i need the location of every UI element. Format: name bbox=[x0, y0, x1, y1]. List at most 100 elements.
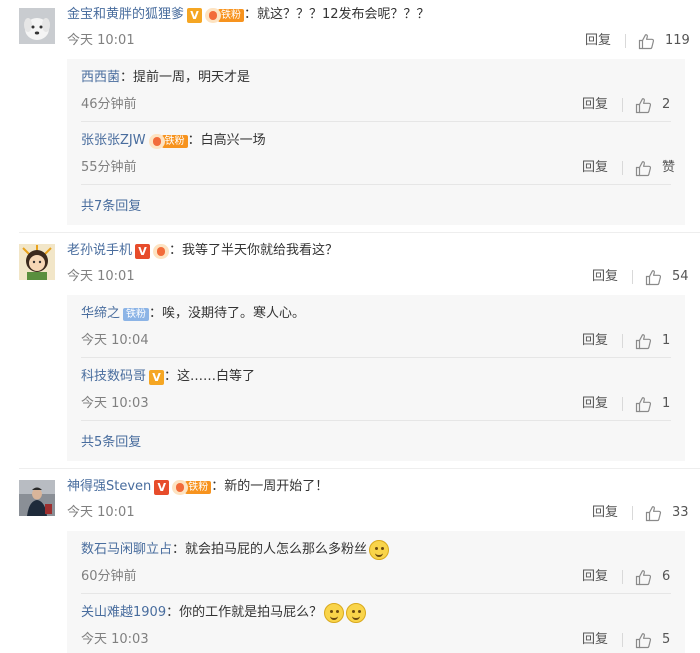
reply-button[interactable]: 回复 bbox=[592, 268, 618, 286]
smiley-emoji-icon bbox=[324, 603, 345, 623]
username-link[interactable]: 张张张ZJW bbox=[81, 131, 146, 151]
like-count: 1 bbox=[662, 333, 671, 348]
avatar[interactable] bbox=[19, 8, 55, 44]
reply-list: 西西菌 ：提前一周，明天才是 46分钟前 回复 2 张张张ZJW 铁粉 ：白高兴… bbox=[67, 59, 685, 225]
like-count: 赞 bbox=[662, 160, 676, 175]
divider bbox=[81, 593, 671, 594]
more-replies-link[interactable]: 共7条回复 bbox=[81, 198, 141, 216]
comment-time: 今天 10:01 bbox=[67, 505, 135, 520]
comment-line: 神得强Steven 铁粉 ：新的一周开始了！ bbox=[67, 477, 328, 497]
comment-item: 金宝和黄胖的狐狸爹 铁粉 ：就这？？？12发布会呢？？？ 今天 10:01 回复… bbox=[0, 0, 700, 230]
divider bbox=[632, 270, 633, 284]
like-count: 5 bbox=[662, 632, 671, 647]
reply-text: ：提前一周，明天才是 bbox=[120, 70, 251, 85]
username-link[interactable]: 老孙说手机 bbox=[67, 241, 132, 261]
more-replies-link[interactable]: 共5条回复 bbox=[81, 434, 141, 452]
divider bbox=[632, 506, 633, 520]
thumbs-up-icon bbox=[645, 505, 662, 522]
like-button[interactable]: 119 bbox=[638, 31, 690, 51]
verified-v-icon bbox=[187, 7, 203, 23]
like-button[interactable]: 2 bbox=[635, 95, 670, 115]
comment-item: 老孙说手机 ：我等了半天你就给我看这？ 今天 10:01 回复 54 华缔之 铁… bbox=[0, 236, 700, 466]
like-button[interactable]: 6 bbox=[635, 567, 670, 587]
reply-time: 今天 10:03 bbox=[81, 396, 149, 411]
like-button[interactable]: 赞 bbox=[635, 158, 675, 178]
divider bbox=[622, 633, 623, 647]
reply-time: 今天 10:03 bbox=[81, 632, 149, 647]
comment-time: 今天 10:01 bbox=[67, 33, 135, 48]
divider bbox=[81, 357, 671, 358]
smiley-emoji-icon bbox=[369, 540, 390, 560]
comment-item: 神得强Steven 铁粉 ：新的一周开始了！ 今天 10:01 回复 33 数石… bbox=[0, 472, 700, 653]
like-button[interactable]: 33 bbox=[645, 503, 689, 523]
like-button[interactable]: 1 bbox=[635, 394, 670, 414]
divider bbox=[622, 397, 623, 411]
comment-text: ：我等了半天你就给我看这？ bbox=[169, 243, 339, 258]
like-count: 33 bbox=[672, 505, 689, 520]
fan-badge-icon: 铁粉 bbox=[123, 307, 150, 322]
reply-text: ：唉，没期待了。寒人心。 bbox=[149, 306, 306, 321]
thumbs-up-icon bbox=[635, 97, 652, 114]
reply-line: 数石马闲聊立占 ：就会拍马屁的人怎么那么多粉丝 bbox=[81, 540, 390, 560]
thumbs-up-icon bbox=[645, 269, 662, 286]
reply-time: 55分钟前 bbox=[81, 160, 137, 175]
reply-button[interactable]: 回复 bbox=[592, 504, 618, 522]
like-count: 54 bbox=[672, 269, 689, 284]
divider bbox=[19, 232, 700, 233]
comment-text: ：新的一周开始了！ bbox=[211, 479, 329, 494]
divider bbox=[19, 468, 700, 469]
thumbs-up-icon bbox=[638, 33, 655, 50]
thumbs-up-icon bbox=[635, 632, 652, 649]
thumbs-up-icon bbox=[635, 569, 652, 586]
thumbs-up-icon bbox=[635, 396, 652, 413]
username-link[interactable]: 金宝和黄胖的狐狸爹 bbox=[67, 5, 184, 25]
username-link[interactable]: 神得强Steven bbox=[67, 477, 151, 497]
reply-button[interactable]: 回复 bbox=[582, 395, 608, 413]
fan-badge-icon bbox=[153, 243, 170, 259]
reply-button[interactable]: 回复 bbox=[582, 332, 608, 350]
divider bbox=[625, 34, 626, 48]
reply-button[interactable]: 回复 bbox=[582, 96, 608, 114]
fan-badge-icon: 铁粉 bbox=[172, 479, 212, 495]
divider bbox=[81, 121, 671, 122]
reply-line: 张张张ZJW 铁粉 ：白高兴一场 bbox=[81, 131, 266, 151]
reply-button[interactable]: 回复 bbox=[582, 568, 608, 586]
thumbs-up-icon bbox=[635, 160, 652, 177]
username-link[interactable]: 关山难越1909 bbox=[81, 603, 166, 623]
avatar[interactable] bbox=[19, 244, 55, 280]
reply-text: ：白高兴一场 bbox=[187, 133, 266, 148]
like-count: 6 bbox=[662, 569, 671, 584]
reply-button[interactable]: 回复 bbox=[585, 32, 611, 50]
username-link[interactable]: 西西菌 bbox=[81, 68, 120, 88]
username-link[interactable]: 科技数码哥 bbox=[81, 367, 146, 387]
reply-button[interactable]: 回复 bbox=[582, 159, 608, 177]
fan-badge-icon: 铁粉 bbox=[148, 133, 188, 149]
reply-time: 今天 10:04 bbox=[81, 333, 149, 348]
avatar[interactable] bbox=[19, 480, 55, 516]
like-button[interactable]: 5 bbox=[635, 630, 670, 650]
comment-line: 金宝和黄胖的狐狸爹 铁粉 ：就这？？？12发布会呢？？？ bbox=[67, 5, 430, 25]
verified-v-icon bbox=[154, 479, 170, 495]
divider bbox=[81, 184, 671, 185]
reply-line: 华缔之 铁粉 ：唉，没期待了。寒人心。 bbox=[81, 304, 305, 324]
reply-button[interactable]: 回复 bbox=[582, 631, 608, 649]
divider bbox=[622, 98, 623, 112]
reply-line: 关山难越1909 ：你的工作就是拍马屁么？ bbox=[81, 603, 367, 623]
thumbs-up-icon bbox=[635, 333, 652, 350]
reply-line: 西西菌 ：提前一周，明天才是 bbox=[81, 68, 250, 88]
like-count: 2 bbox=[662, 97, 671, 112]
reply-time: 46分钟前 bbox=[81, 97, 137, 112]
username-link[interactable]: 数石马闲聊立占 bbox=[81, 540, 172, 560]
reply-text: ：你的工作就是拍马屁么？ bbox=[166, 605, 323, 620]
reply-list: 数石马闲聊立占 ：就会拍马屁的人怎么那么多粉丝 60分钟前 回复 6 关山难越1… bbox=[67, 531, 685, 653]
reply-line: 科技数码哥 ：这……白等了 bbox=[81, 367, 255, 387]
fan-badge-icon: 铁粉 bbox=[205, 7, 245, 23]
username-link[interactable]: 华缔之 bbox=[81, 304, 120, 324]
like-button[interactable]: 54 bbox=[645, 267, 689, 287]
verified-v-icon bbox=[135, 243, 151, 259]
reply-text: ：这……白等了 bbox=[164, 369, 256, 384]
like-button[interactable]: 1 bbox=[635, 331, 670, 351]
like-count: 119 bbox=[665, 33, 690, 48]
comment-line: 老孙说手机 ：我等了半天你就给我看这？ bbox=[67, 241, 338, 261]
reply-time: 60分钟前 bbox=[81, 569, 137, 584]
